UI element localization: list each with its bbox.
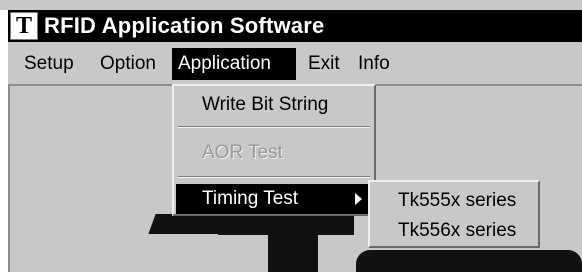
menu-separator xyxy=(178,176,370,178)
submenu-arrow-icon xyxy=(355,193,362,205)
background-logo-right-letters xyxy=(356,250,582,272)
timing-test-submenu: Tk555x series Tk556x series xyxy=(368,180,540,248)
window-title: RFID Application Software xyxy=(44,13,325,38)
title-bar[interactable]: T RFID Application Software xyxy=(8,10,582,42)
menu-item-timing-test[interactable]: Timing Test xyxy=(176,184,372,214)
window-left-margin xyxy=(0,10,8,272)
menu-setup[interactable]: Setup xyxy=(18,48,80,80)
menu-info[interactable]: Info xyxy=(352,48,396,80)
menu-exit[interactable]: Exit xyxy=(302,48,346,80)
menu-item-write-bit-string[interactable]: Write Bit String xyxy=(176,90,372,120)
menu-bar: Setup Option Application Exit Info xyxy=(8,44,582,86)
client-area-edge xyxy=(8,84,10,272)
menu-item-timing-test-label: Timing Test xyxy=(202,188,299,209)
app-logo-icon: T xyxy=(10,12,38,40)
menu-separator xyxy=(178,126,370,128)
app-window: T RFID Application Software Setup Option… xyxy=(0,0,582,272)
menu-item-aor-test: AOR Test xyxy=(202,142,283,163)
submenu-item-tk556x[interactable]: Tk556x series xyxy=(372,216,536,246)
menu-application[interactable]: Application xyxy=(172,48,296,80)
application-dropdown-menu: Write Bit String AOR Test Timing Test xyxy=(172,84,376,216)
submenu-item-tk555x[interactable]: Tk555x series xyxy=(372,186,536,216)
menu-option[interactable]: Option xyxy=(94,48,162,80)
